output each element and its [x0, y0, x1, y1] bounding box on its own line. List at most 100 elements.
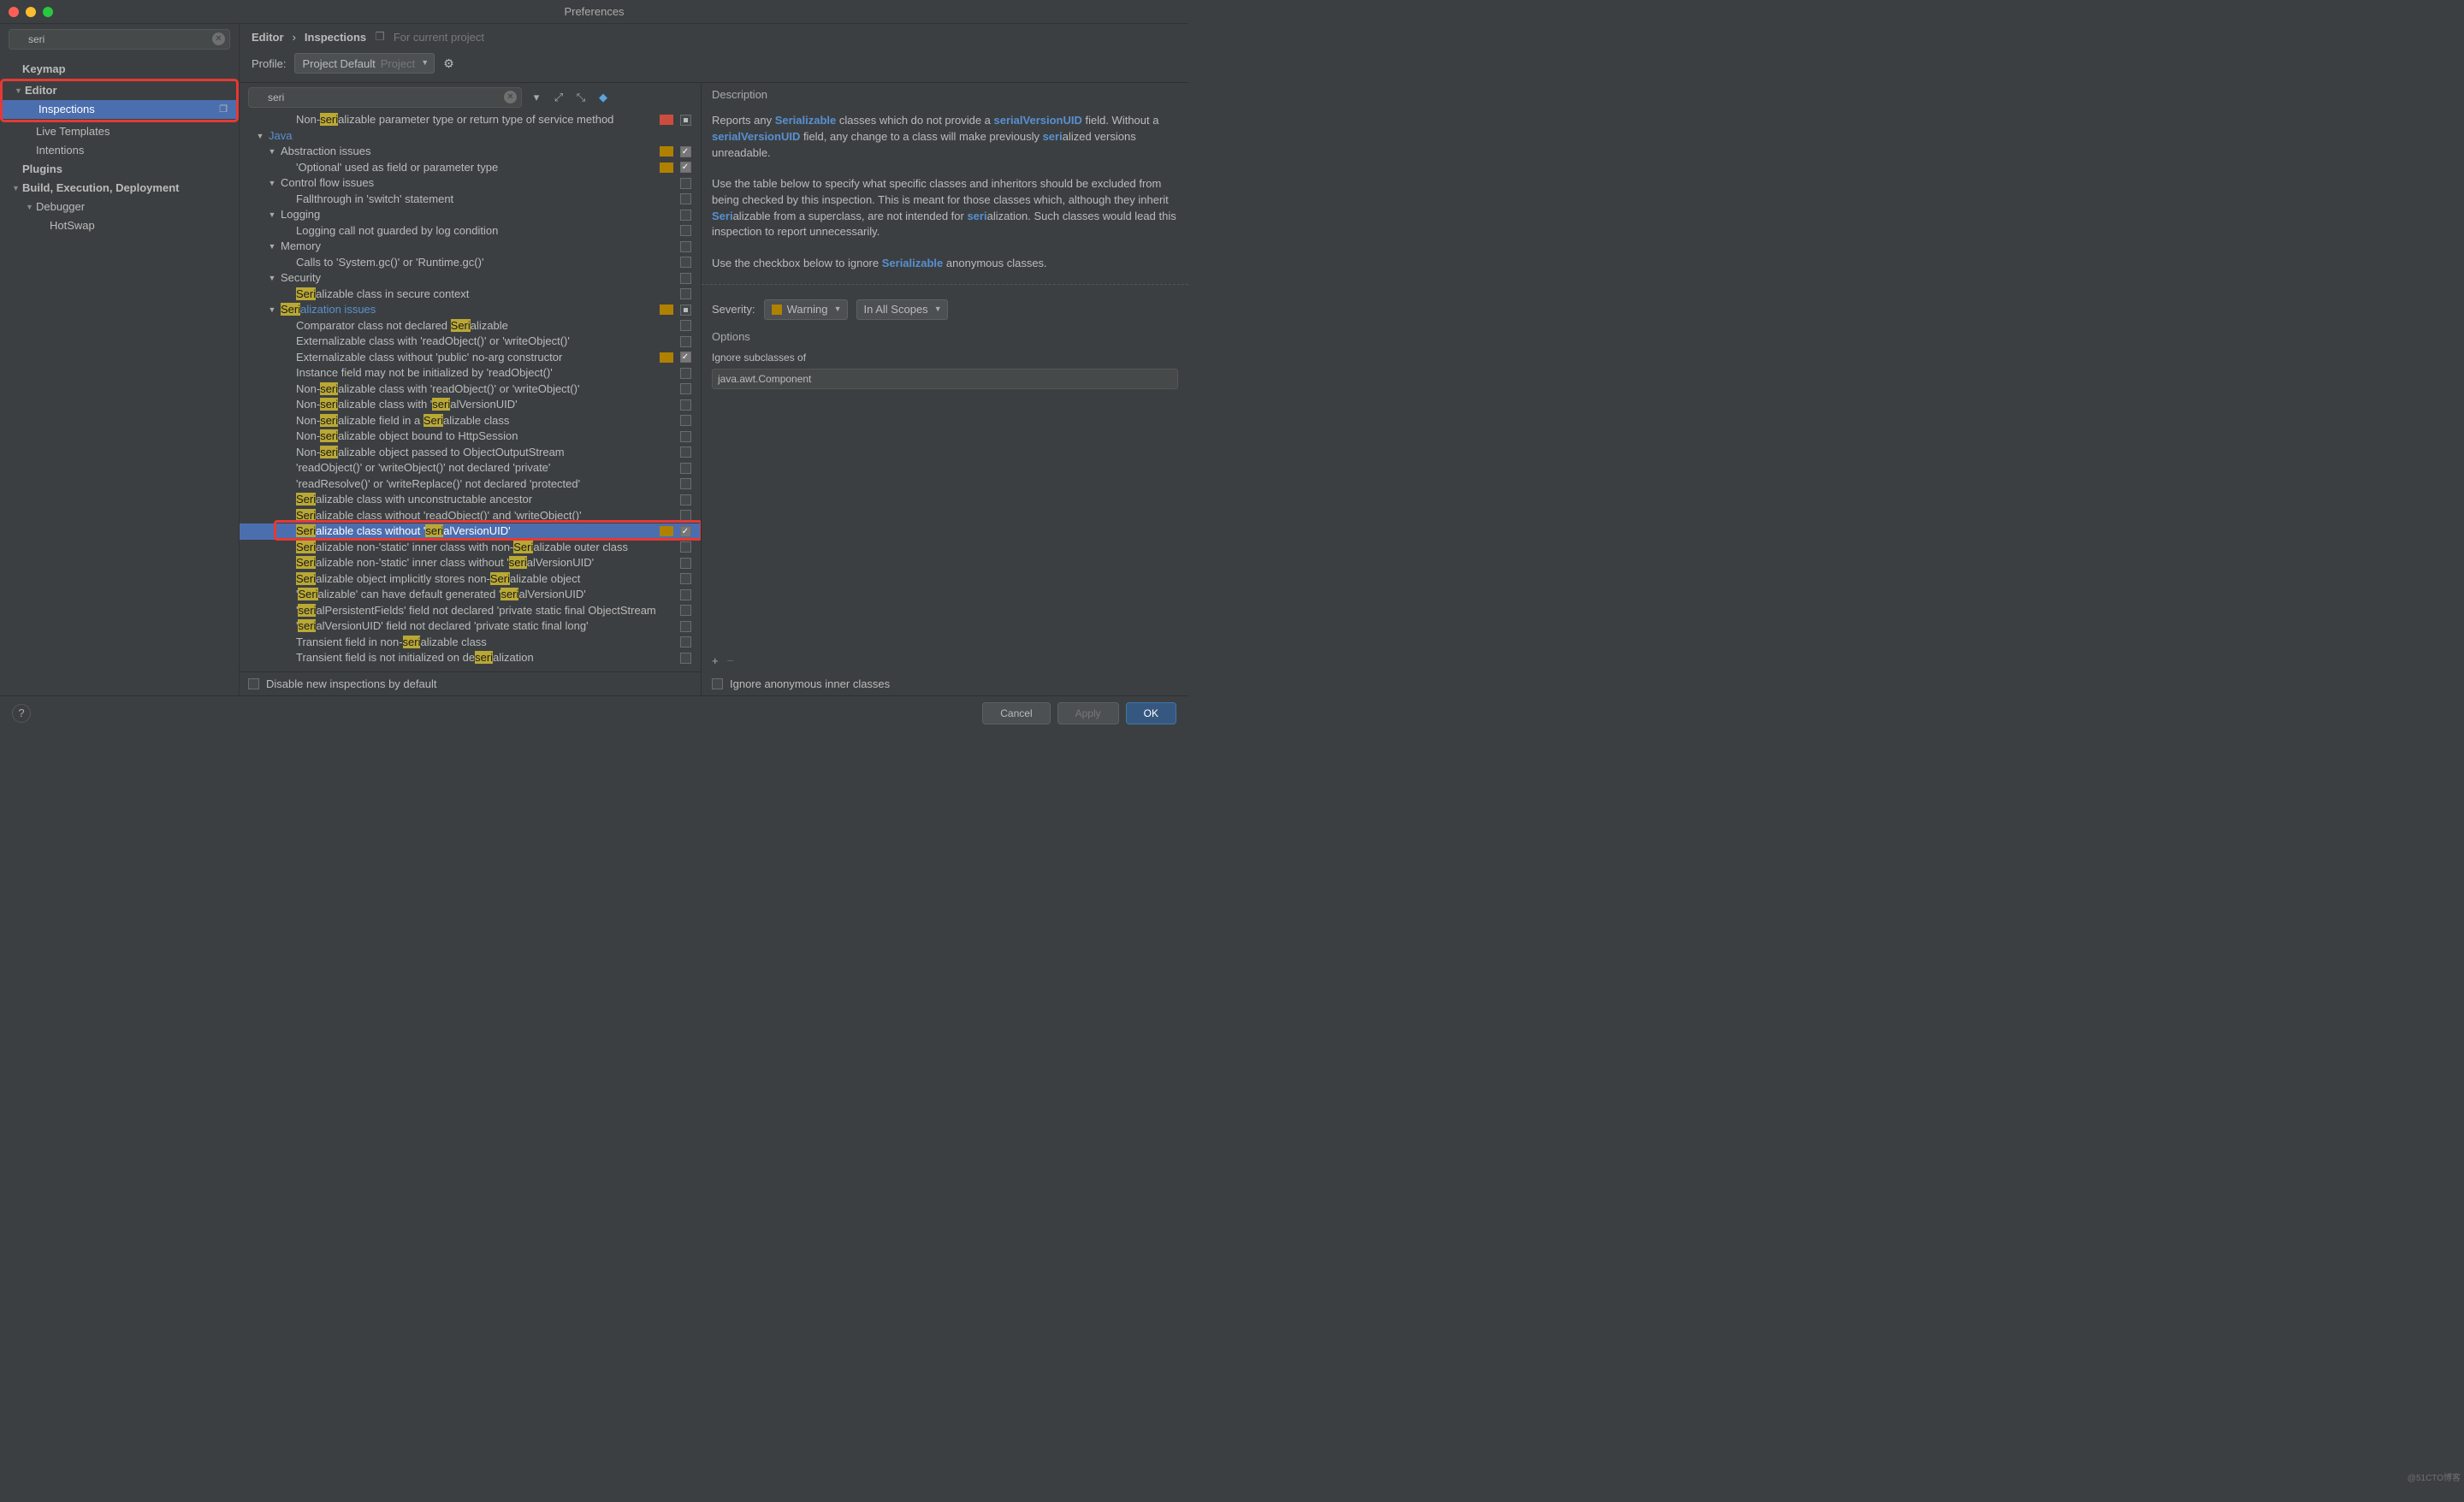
sidebar-item[interactable]: ▼Debugger — [0, 198, 239, 216]
inspection-row[interactable]: ▼Security — [240, 270, 701, 287]
enable-inspection-checkbox[interactable] — [680, 573, 691, 584]
enable-inspection-checkbox[interactable] — [680, 605, 691, 616]
enable-inspection-checkbox[interactable] — [680, 494, 691, 506]
enable-inspection-checkbox[interactable] — [680, 146, 691, 157]
help-icon[interactable]: ? — [12, 704, 31, 723]
enable-inspection-checkbox[interactable] — [680, 241, 691, 252]
ignore-subclasses-input[interactable] — [712, 369, 1178, 389]
sidebar-item[interactable]: Plugins — [0, 160, 239, 179]
sidebar-item[interactable]: ▼Build, Execution, Deployment — [0, 179, 239, 198]
sidebar-item[interactable]: Intentions — [0, 141, 239, 160]
inspection-row[interactable]: Instance field may not be initialized by… — [240, 365, 701, 381]
inspection-row[interactable]: Serializable class without 'readObject()… — [240, 508, 701, 524]
enable-inspection-checkbox[interactable] — [680, 210, 691, 221]
enable-inspection-checkbox[interactable] — [680, 526, 691, 537]
scope-combo[interactable]: In All Scopes ▼ — [856, 299, 948, 320]
enable-inspection-checkbox[interactable] — [680, 589, 691, 600]
inspection-row[interactable]: ▼Memory — [240, 239, 701, 255]
reset-icon[interactable]: ◆ — [595, 90, 611, 105]
inspection-row[interactable]: 'readResolve()' or 'writeReplace()' not … — [240, 476, 701, 493]
enable-inspection-checkbox[interactable] — [680, 415, 691, 426]
ok-button[interactable]: OK — [1126, 702, 1176, 724]
clear-search-icon[interactable]: ✕ — [212, 33, 225, 45]
enable-inspection-checkbox[interactable] — [680, 399, 691, 411]
add-icon[interactable]: + — [712, 654, 719, 667]
sidebar-item[interactable]: Inspections❐ — [3, 100, 236, 119]
inspection-row[interactable]: ▼Java — [240, 128, 701, 145]
enable-inspection-checkbox[interactable] — [680, 446, 691, 458]
inspection-row[interactable]: Non-serializable class with 'readObject(… — [240, 381, 701, 398]
enable-inspection-checkbox[interactable] — [680, 621, 691, 632]
disable-new-checkbox[interactable] — [248, 678, 259, 689]
inspection-row[interactable]: Comparator class not declared Serializab… — [240, 318, 701, 334]
inspection-row[interactable]: ▼Abstraction issues — [240, 144, 701, 160]
inspection-row[interactable]: Transient field in non-serializable clas… — [240, 635, 701, 651]
ignore-anonymous-checkbox[interactable] — [712, 678, 723, 689]
inspection-row[interactable]: Non-serializable object bound to HttpSes… — [240, 429, 701, 445]
inspection-row[interactable]: Serializable object implicitly stores no… — [240, 571, 701, 588]
enable-inspection-checkbox[interactable] — [680, 225, 691, 236]
enable-inspection-checkbox[interactable] — [680, 463, 691, 474]
cancel-button[interactable]: Cancel — [982, 702, 1050, 724]
enable-inspection-checkbox[interactable] — [680, 178, 691, 189]
inspection-row[interactable]: ▼Serialization issues — [240, 302, 701, 318]
inspection-row[interactable]: Calls to 'System.gc()' or 'Runtime.gc()' — [240, 255, 701, 271]
inspection-row[interactable]: Non-serializable parameter type or retur… — [240, 112, 701, 128]
enable-inspection-checkbox[interactable] — [680, 115, 691, 126]
enable-inspection-checkbox[interactable] — [680, 653, 691, 664]
inspection-row[interactable]: Externalizable class without 'public' no… — [240, 350, 701, 366]
collapse-all-icon[interactable]: ⤡ — [573, 90, 589, 105]
inspection-row[interactable]: Fallthrough in 'switch' statement — [240, 192, 701, 208]
inspection-row[interactable]: Transient field is not initialized on de… — [240, 650, 701, 666]
inspection-row[interactable]: Serializable class without 'serialVersio… — [240, 523, 701, 540]
inspection-row[interactable]: ▼Logging — [240, 207, 701, 223]
enable-inspection-checkbox[interactable] — [680, 636, 691, 648]
inspection-row[interactable]: ▼Control flow issues — [240, 175, 701, 192]
enable-inspection-checkbox[interactable] — [680, 193, 691, 204]
enable-inspection-checkbox[interactable] — [680, 558, 691, 569]
inspection-row[interactable]: Non-serializable class with 'serialVersi… — [240, 397, 701, 413]
remove-icon[interactable]: − — [727, 654, 734, 667]
enable-inspection-checkbox[interactable] — [680, 288, 691, 299]
enable-inspection-checkbox[interactable] — [680, 162, 691, 173]
clear-search-icon[interactable]: ✕ — [504, 91, 517, 103]
enable-inspection-checkbox[interactable] — [680, 368, 691, 379]
inspection-row[interactable]: Serializable class in secure context — [240, 287, 701, 303]
inspection-row[interactable]: 'Optional' used as field or parameter ty… — [240, 160, 701, 176]
enable-inspection-checkbox[interactable] — [680, 352, 691, 363]
inspection-row[interactable]: 'Serializable' can have default generate… — [240, 587, 701, 603]
enable-inspection-checkbox[interactable] — [680, 431, 691, 442]
filter-icon[interactable]: ▾ — [529, 90, 544, 105]
inspection-row[interactable]: 'serialVersionUID' field not declared 'p… — [240, 618, 701, 635]
enable-inspection-checkbox[interactable] — [680, 383, 691, 394]
enable-inspection-checkbox[interactable] — [680, 305, 691, 316]
sidebar-item[interactable]: ▼Editor — [3, 81, 236, 100]
inspection-row[interactable]: Serializable non-'static' inner class wi… — [240, 555, 701, 571]
inspection-row[interactable]: Non-serializable field in a Serializable… — [240, 413, 701, 429]
enable-inspection-checkbox[interactable] — [680, 478, 691, 489]
severity-combo[interactable]: Warning ▼ — [764, 299, 848, 320]
enable-inspection-checkbox[interactable] — [680, 541, 691, 553]
splitter-handle[interactable] — [702, 284, 1188, 289]
settings-search-input[interactable] — [9, 29, 230, 50]
inspection-search-input[interactable] — [248, 87, 522, 108]
sidebar-item[interactable]: Live Templates — [0, 122, 239, 141]
enable-inspection-checkbox[interactable] — [680, 336, 691, 347]
inspection-row[interactable]: Serializable class with unconstructable … — [240, 492, 701, 508]
sidebar-item[interactable]: Keymap — [0, 60, 239, 79]
enable-inspection-checkbox[interactable] — [680, 273, 691, 284]
expand-all-icon[interactable]: ⤢ — [551, 90, 566, 105]
inspection-row[interactable]: 'serialPersistentFields' field not decla… — [240, 603, 701, 619]
enable-inspection-checkbox[interactable] — [680, 510, 691, 521]
inspection-row[interactable]: Externalizable class with 'readObject()'… — [240, 334, 701, 350]
inspection-row[interactable]: Non-serializable object passed to Object… — [240, 445, 701, 461]
sidebar-item[interactable]: HotSwap — [0, 216, 239, 235]
gear-icon[interactable]: ⚙ — [443, 56, 454, 71]
inspection-row[interactable]: Serializable non-'static' inner class wi… — [240, 540, 701, 556]
enable-inspection-checkbox[interactable] — [680, 257, 691, 268]
apply-button[interactable]: Apply — [1057, 702, 1119, 724]
inspection-row[interactable]: 'readObject()' or 'writeObject()' not de… — [240, 460, 701, 476]
enable-inspection-checkbox[interactable] — [680, 320, 691, 331]
inspection-row[interactable]: Logging call not guarded by log conditio… — [240, 223, 701, 239]
profile-combo[interactable]: Project Default Project ▼ — [294, 53, 435, 74]
